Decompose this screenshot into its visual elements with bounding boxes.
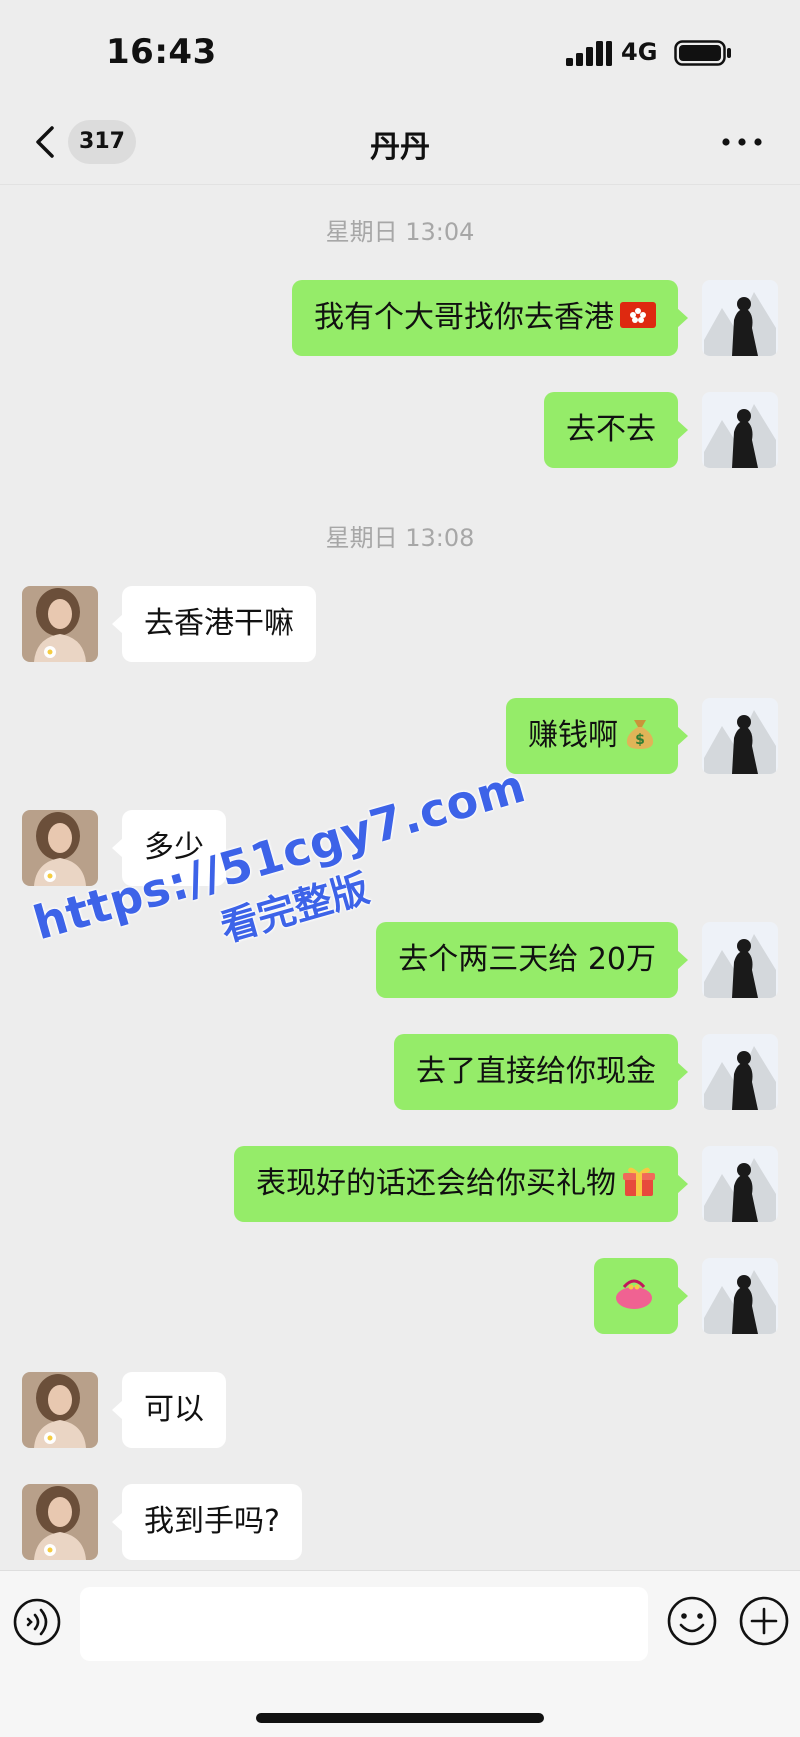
my-avatar[interactable]	[702, 1258, 778, 1334]
plus-icon[interactable]	[738, 1595, 790, 1647]
message-input[interactable]	[80, 1587, 648, 1661]
message-bubble-outgoing[interactable]	[594, 1258, 688, 1334]
message-row-outgoing: 我有个大哥找你去香港	[272, 280, 778, 356]
emoji-icon[interactable]	[666, 1595, 718, 1647]
message-text: 去不去	[566, 412, 656, 447]
message-text: 可以	[144, 1392, 204, 1427]
message-text: 我到手吗?	[144, 1504, 280, 1539]
status-time: 16:43	[106, 32, 217, 72]
my-avatar[interactable]	[702, 392, 778, 468]
chat-input-bar	[0, 1570, 800, 1737]
message-text: 我有个大哥找你去香港	[314, 300, 614, 335]
message-row-outgoing	[594, 1258, 778, 1334]
message-text: 去香港干嘛	[144, 606, 294, 641]
signal-icon	[566, 41, 612, 66]
voice-input-icon[interactable]	[12, 1597, 62, 1647]
gift-icon	[623, 1167, 655, 1196]
chat-title: 丹丹	[370, 130, 430, 165]
message-text: 赚钱啊	[528, 718, 618, 753]
message-text: 表现好的话还会给你买礼物	[256, 1166, 616, 1201]
money-bag-icon: $	[626, 719, 654, 749]
message-row-outgoing: 表现好的话还会给你买礼物	[206, 1146, 778, 1222]
contact-avatar[interactable]	[22, 810, 98, 886]
purse-icon	[616, 1279, 652, 1309]
message-timestamp: 星期日 13:04	[325, 218, 475, 246]
hong-kong-flag-icon	[620, 301, 656, 328]
message-bubble-outgoing[interactable]: 我有个大哥找你去香港	[292, 280, 688, 356]
message-bubble-incoming[interactable]: 去香港干嘛	[112, 586, 316, 662]
message-bubble-incoming[interactable]: 我到手吗?	[112, 1484, 302, 1560]
message-row-outgoing: 去了直接给你现金	[378, 1034, 778, 1110]
message-bubble-outgoing[interactable]: 去了直接给你现金	[394, 1034, 688, 1110]
message-row-incoming: 可以	[22, 1372, 232, 1448]
contact-avatar[interactable]	[22, 586, 98, 662]
message-timestamp: 星期日 13:08	[325, 524, 475, 552]
message-row-incoming: 去香港干嘛	[22, 586, 342, 662]
message-bubble-outgoing[interactable]: 去个两三天给 20万	[376, 922, 688, 998]
contact-avatar[interactable]	[22, 1372, 98, 1448]
battery-icon	[674, 40, 731, 66]
status-bar: 16:43 4G	[0, 0, 800, 100]
message-bubble-outgoing[interactable]: 去不去	[544, 392, 688, 468]
message-row-incoming: 我到手吗?	[22, 1484, 322, 1560]
message-row-outgoing: 去不去	[540, 392, 778, 468]
my-avatar[interactable]	[702, 1146, 778, 1222]
network-type: 4G	[621, 38, 658, 66]
message-text: 去了直接给你现金	[416, 1054, 656, 1089]
chat-header: 317 丹丹	[0, 100, 800, 185]
message-bubble-outgoing[interactable]: 赚钱啊 $	[506, 698, 688, 774]
my-avatar[interactable]	[702, 1034, 778, 1110]
message-bubble-outgoing[interactable]: 表现好的话还会给你买礼物	[234, 1146, 688, 1222]
message-bubble-incoming[interactable]: 可以	[112, 1372, 226, 1448]
my-avatar[interactable]	[702, 922, 778, 998]
contact-avatar[interactable]	[22, 1484, 98, 1560]
svg-text:$: $	[635, 732, 645, 748]
home-indicator	[256, 1713, 544, 1723]
message-text: 去个两三天给 20万	[398, 942, 656, 977]
message-row-outgoing: 赚钱啊 $	[496, 698, 778, 774]
more-dots-icon[interactable]	[720, 130, 764, 154]
my-avatar[interactable]	[702, 280, 778, 356]
message-row-outgoing: 去个两三天给 20万	[366, 922, 778, 998]
my-avatar[interactable]	[702, 698, 778, 774]
